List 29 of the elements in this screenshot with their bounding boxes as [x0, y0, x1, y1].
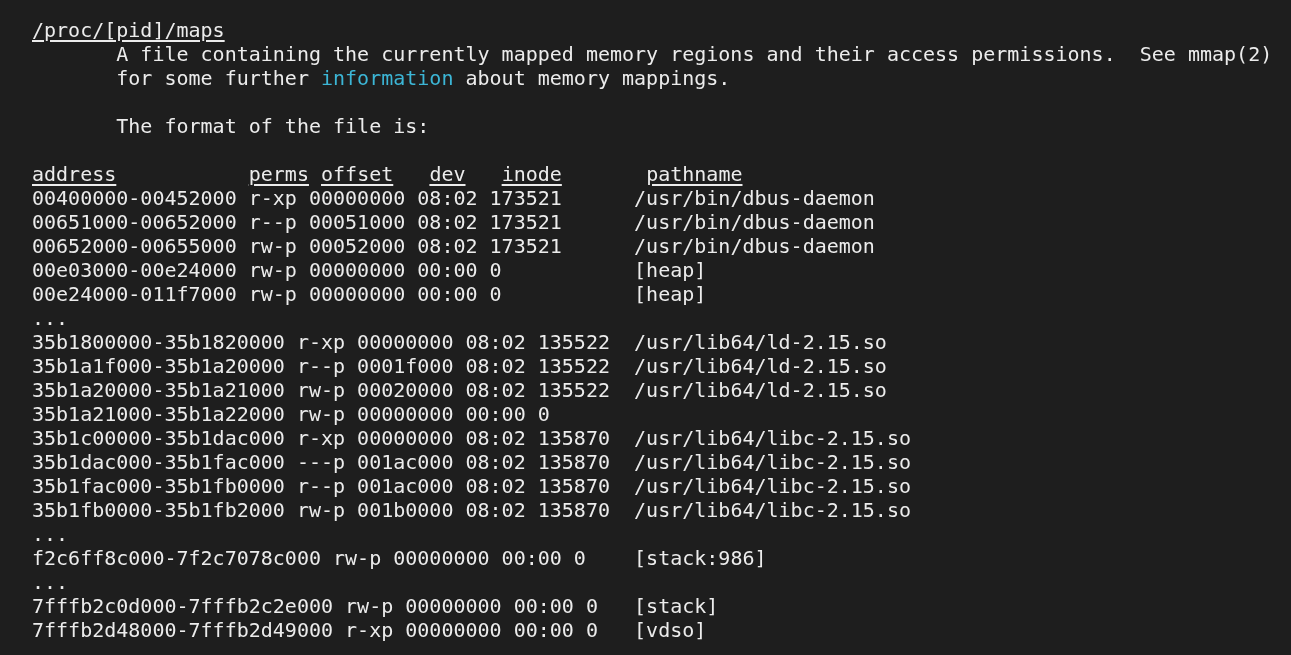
maps-line: ...	[32, 306, 69, 330]
maps-line: 00e24000-011f7000 rw-p 00000000 00:00 0 [heap]	[32, 282, 707, 306]
maps-line: 35b1800000-35b1820000 r-xp 00000000 08:02 135522 /usr/lib64/ld-2.15.so	[32, 330, 887, 354]
maps-line: 35b1a21000-35b1a22000 rw-p 00000000 00:00 0	[32, 402, 550, 426]
maps-line: 35b1a20000-35b1a21000 rw-p 00020000 08:02 135522 /usr/lib64/ld-2.15.so	[32, 378, 887, 402]
format-intro-text: The format of the file is:	[116, 114, 430, 138]
column-heading: perms	[248, 162, 309, 186]
column-heading: inode	[501, 162, 562, 186]
maps-line: ...	[32, 570, 69, 594]
column-heading: pathname	[646, 162, 743, 186]
maps-line: 35b1fb0000-35b1fb2000 rw-p 001b0000 08:02 135870 /usr/lib64/libc-2.15.so	[32, 498, 911, 522]
maps-line: 35b1c00000-35b1dac000 r-xp 00000000 08:02 135870 /usr/lib64/libc-2.15.so	[32, 426, 911, 450]
maps-line: 7fffb2c0d000-7fffb2c2e000 rw-p 00000000 00:00 0 [stack]	[32, 594, 719, 618]
maps-line: f2c6ff8c000-7f2c7078c000 rw-p 00000000 00:00 0 [stack:986]	[32, 546, 767, 570]
maps-line: 35b1dac000-35b1fac000 ---p 001ac000 08:02 135870 /usr/lib64/libc-2.15.so	[32, 450, 911, 474]
maps-line: ...	[32, 522, 69, 546]
maps-line: 00400000-00452000 r-xp 00000000 08:02 173521 /usr/bin/dbus-daemon	[32, 186, 875, 210]
maps-line: 7fffb2d48000-7fffb2d49000 r-xp 00000000 00:00 0 [vdso]	[32, 618, 707, 642]
maps-line: 35b1fac000-35b1fb0000 r--p 001ac000 08:02 135870 /usr/lib64/libc-2.15.so	[32, 474, 911, 498]
man-section-title: /proc/[pid]/maps	[32, 18, 225, 42]
maps-line: 00e03000-00e24000 rw-p 00000000 00:00 0 [heap]	[32, 258, 707, 282]
information-link[interactable]: information	[321, 66, 454, 90]
maps-line: 00651000-00652000 r--p 00051000 08:02 173521 /usr/bin/dbus-daemon	[32, 210, 875, 234]
column-heading: offset	[321, 162, 394, 186]
column-heading: dev	[429, 162, 466, 186]
column-heading: address	[32, 162, 117, 186]
maps-line: 00652000-00655000 rw-p 00052000 08:02 173521 /usr/bin/dbus-daemon	[32, 234, 875, 258]
maps-line: 35b1a1f000-35b1a20000 r--p 0001f000 08:02 135522 /usr/lib64/ld-2.15.so	[32, 354, 887, 378]
description-text: A file containing the currently mapped memory regions and their access permissions. See mmap(2) for some further information about memory mappings.	[115, 42, 1274, 90]
